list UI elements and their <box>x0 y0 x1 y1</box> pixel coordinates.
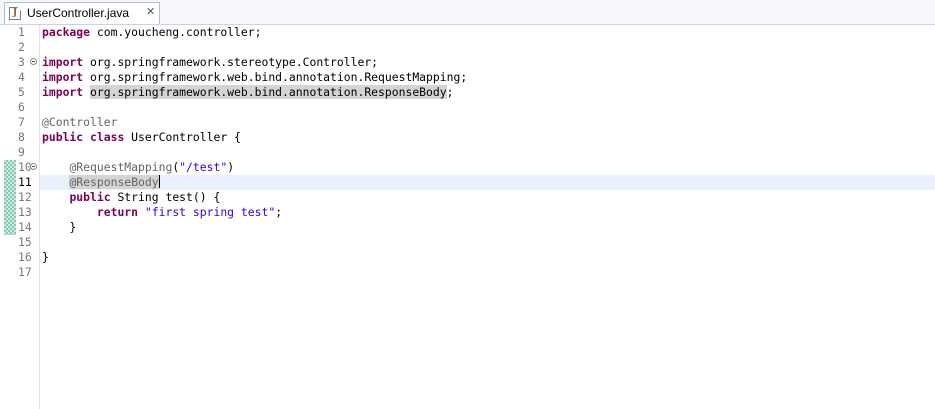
line-number: 6 <box>18 100 25 114</box>
code-editor[interactable]: 1 package com.youcheng.controller; 2 3 impor… <box>0 25 935 409</box>
line-number: 7 <box>18 115 25 129</box>
code-token: ; <box>275 205 283 219</box>
code-line[interactable]: 9 <box>0 145 935 160</box>
code-token: @ResponseBody <box>69 175 159 189</box>
line-number: 11 <box>18 175 32 189</box>
line-number: 15 <box>18 235 32 249</box>
text-cursor <box>158 175 160 188</box>
code-token: ; <box>446 85 454 99</box>
code-line[interactable]: 6 <box>0 100 935 115</box>
code-line[interactable]: 13 return "first spring test"; <box>0 205 935 220</box>
line-number: 4 <box>18 70 25 84</box>
code-line[interactable]: 14 } <box>0 220 935 235</box>
code-text: package com.youcheng.controller; <box>42 25 261 40</box>
code-token: import <box>42 55 84 69</box>
fold-toggle-icon[interactable] <box>30 58 37 65</box>
line-number: 2 <box>18 40 25 54</box>
line-number: 16 <box>18 250 32 264</box>
code-line[interactable]: 15 <box>0 235 935 250</box>
code-text: } <box>42 250 49 265</box>
line-number: 17 <box>18 265 32 279</box>
code-token: com.youcheng.controller; <box>90 25 262 39</box>
code-text: return "first spring test"; <box>42 205 282 220</box>
code-text: import org.springframework.stereotype.Co… <box>42 55 378 70</box>
code-line[interactable]: 1 package com.youcheng.controller; <box>0 25 935 40</box>
code-text: @ResponseBody <box>42 175 160 190</box>
code-text: import org.springframework.web.bind.anno… <box>42 85 453 100</box>
code-token: org.springframework.stereotype.Controlle… <box>83 55 379 69</box>
code-token: import <box>42 70 84 84</box>
code-line[interactable]: 11 @ResponseBody <box>0 175 935 190</box>
code-text: public String test() { <box>42 190 220 205</box>
java-file-icon: J <box>9 7 21 20</box>
code-text: public class UserController { <box>42 130 241 145</box>
close-icon[interactable]: ✕ <box>146 5 155 18</box>
line-number: 1 <box>18 25 25 39</box>
code-text: } <box>42 220 76 235</box>
code-token: "/test" <box>179 160 228 174</box>
code-line[interactable]: 3 import org.springframework.stereotype.C… <box>0 55 935 70</box>
code-line[interactable]: 16} <box>0 250 935 265</box>
line-number: 12 <box>18 190 32 204</box>
code-line[interactable]: 17 <box>0 265 935 280</box>
code-token: "first spring test" <box>144 205 276 219</box>
code-line[interactable]: 10 @RequestMapping("/test") <box>0 160 935 175</box>
code-text: @Controller <box>42 115 117 130</box>
code-line[interactable]: 8 public class UserController { <box>0 130 935 145</box>
code-token: import <box>42 85 84 99</box>
code-line[interactable]: 12 public String test() { <box>0 190 935 205</box>
code-token: return <box>96 205 139 219</box>
line-number: 8 <box>18 130 25 144</box>
code-line[interactable]: 4 import org.springframework.web.bind.ann… <box>0 70 935 85</box>
code-token: @RequestMapping <box>69 160 173 174</box>
line-number: 9 <box>18 145 25 159</box>
code-line[interactable]: 5 import org.springframework.web.bind.ann… <box>0 85 935 100</box>
code-token: public <box>69 190 111 204</box>
code-token: class <box>90 130 125 144</box>
code-token: ) <box>227 160 235 174</box>
tab-usercontroller-java[interactable]: J UserController.java ✕ <box>4 2 160 24</box>
code-token: } <box>42 220 77 234</box>
line-number: 5 <box>18 85 25 99</box>
code-token: public <box>42 130 84 144</box>
code-token: String test() { <box>110 190 221 204</box>
editor-tab-bar: J UserController.java ✕ <box>0 0 935 25</box>
code-token: @Controller <box>42 115 118 129</box>
fold-toggle-icon[interactable] <box>30 163 37 170</box>
line-number: 13 <box>18 205 32 219</box>
code-token: UserController { <box>124 130 241 144</box>
code-token: } <box>42 250 49 264</box>
tab-title: UserController.java <box>27 6 130 20</box>
code-line[interactable]: 2 <box>0 40 935 55</box>
code-text: import org.springframework.web.bind.anno… <box>42 70 467 85</box>
code-token: org.springframework.web.bind.annotation.… <box>83 70 468 84</box>
code-token: org.springframework.web.bind.annotation.… <box>90 85 447 99</box>
code-line[interactable]: 7 @Controller <box>0 115 935 130</box>
line-number: 14 <box>18 220 32 234</box>
code-token: package <box>42 25 91 39</box>
code-text: @RequestMapping("/test") <box>42 160 234 175</box>
